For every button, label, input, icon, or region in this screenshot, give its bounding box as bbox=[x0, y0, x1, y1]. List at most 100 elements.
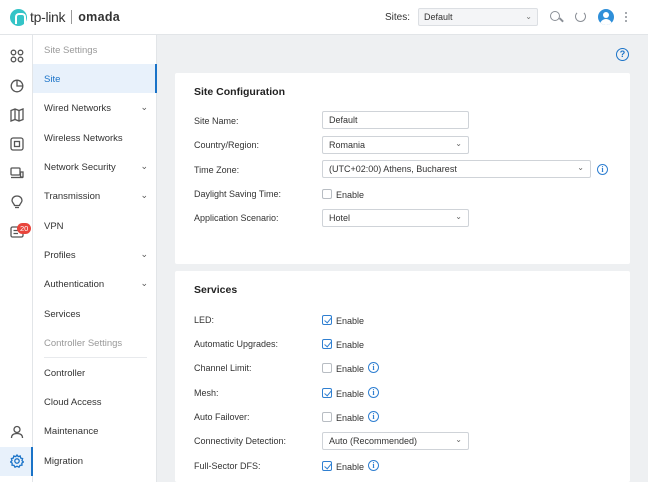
country-region-value: Romania bbox=[329, 140, 366, 150]
sidebar-item-site[interactable]: Site bbox=[33, 64, 157, 93]
search-icon[interactable] bbox=[549, 10, 563, 24]
clients-icon[interactable] bbox=[10, 166, 24, 180]
tp-link-omada-logo[interactable]: tp-link omada bbox=[10, 7, 120, 27]
tp-link-logo-icon bbox=[10, 8, 27, 26]
sidebar-item-transmission[interactable]: Transmission ⌄ bbox=[33, 181, 157, 210]
led-checkbox[interactable] bbox=[322, 315, 332, 325]
auto-failover-info-icon[interactable]: i bbox=[368, 411, 379, 422]
sidebar-item-label: Wireless Networks bbox=[44, 133, 123, 144]
sidebar-item-label: Transmission bbox=[44, 191, 101, 202]
led-label: LED: bbox=[194, 315, 215, 325]
channel-limit-enable-label: Enable bbox=[336, 364, 365, 374]
channel-limit-info-icon[interactable]: i bbox=[368, 362, 379, 373]
full-sector-dfs-info-icon[interactable]: i bbox=[368, 460, 379, 471]
sites-label: Sites: bbox=[385, 12, 411, 23]
daylight-saving-checkbox[interactable] bbox=[322, 189, 332, 199]
country-region-select[interactable]: Romania ⌄ bbox=[322, 136, 469, 154]
sidebar-item-network-security[interactable]: Network Security ⌄ bbox=[33, 152, 157, 181]
application-scenario-select[interactable]: Hotel ⌄ bbox=[322, 209, 469, 227]
sites-select[interactable]: Default ⌄ bbox=[418, 8, 538, 26]
icon-rail: 20 bbox=[0, 35, 33, 482]
chevron-down-icon: ⌄ bbox=[455, 435, 462, 444]
sidebar-item-maintenance[interactable]: Maintenance bbox=[33, 416, 157, 445]
full-sector-dfs-checkbox[interactable] bbox=[322, 461, 332, 471]
sidebar-item-profiles[interactable]: Profiles ⌄ bbox=[33, 240, 157, 269]
time-zone-select[interactable]: (UTC+02:00) Athens, Bucharest ⌄ bbox=[322, 160, 591, 178]
chevron-down-icon: ⌄ bbox=[140, 278, 148, 288]
sidebar-item-migration[interactable]: Migration bbox=[33, 446, 157, 475]
sidebar-item-label: Services bbox=[44, 309, 81, 320]
connectivity-detection-label: Connectivity Detection: bbox=[194, 436, 287, 446]
help-icon[interactable]: ? bbox=[616, 48, 629, 61]
connectivity-detection-select[interactable]: Auto (Recommended) ⌄ bbox=[322, 432, 469, 450]
logo-brand-text: tp-link bbox=[30, 9, 66, 25]
automatic-upgrades-checkbox[interactable] bbox=[322, 339, 332, 349]
devices-icon[interactable] bbox=[10, 137, 24, 151]
sidebar-item-cloud-access[interactable]: Cloud Access bbox=[33, 387, 157, 416]
settings-sidebar: Site Settings Site Wired Networks ⌄ Wirel… bbox=[33, 35, 157, 482]
chevron-down-icon: ⌄ bbox=[455, 139, 462, 148]
dashboard-icon[interactable] bbox=[10, 49, 24, 63]
logs-badge: 20 bbox=[17, 223, 32, 234]
sidebar-item-label: Controller bbox=[44, 368, 86, 379]
sidebar-item-authentication[interactable]: Authentication ⌄ bbox=[33, 269, 157, 298]
sidebar-item-label: Maintenance bbox=[44, 426, 99, 437]
mesh-info-icon[interactable]: i bbox=[368, 387, 379, 398]
site-configuration-card: Site Configuration Site Name: Default Co… bbox=[175, 73, 630, 264]
sidebar-section-label: Site Settings bbox=[44, 45, 98, 56]
logo-divider bbox=[71, 10, 73, 24]
channel-limit-checkbox[interactable] bbox=[322, 363, 332, 373]
site-name-input[interactable]: Default bbox=[322, 111, 469, 129]
site-configuration-title: Site Configuration bbox=[194, 86, 285, 98]
channel-limit-label: Channel Limit: bbox=[194, 363, 252, 373]
automatic-upgrades-enable-label: Enable bbox=[336, 340, 365, 350]
application-scenario-label: Application Scenario: bbox=[194, 213, 279, 223]
sidebar-item-label: Site bbox=[44, 74, 61, 85]
sites-select-value: Default bbox=[424, 12, 453, 22]
insight-icon[interactable] bbox=[10, 195, 24, 209]
sidebar-item-wired-networks[interactable]: Wired Networks ⌄ bbox=[33, 93, 157, 122]
chevron-down-icon: ⌄ bbox=[140, 161, 148, 171]
chevron-down-icon: ⌄ bbox=[525, 12, 532, 21]
top-bar: tp-link omada Sites: Default ⌄ bbox=[0, 0, 648, 35]
sidebar-item-label: Profiles bbox=[44, 250, 76, 261]
time-zone-value: (UTC+02:00) Athens, Bucharest bbox=[329, 164, 457, 174]
full-sector-dfs-label: Full-Sector DFS: bbox=[194, 461, 261, 471]
auto-failover-enable-label: Enable bbox=[336, 413, 365, 423]
logo-product-text: omada bbox=[78, 10, 121, 24]
sidebar-section-controller-settings: Controller Settings bbox=[33, 328, 157, 357]
chevron-down-icon: ⌄ bbox=[455, 212, 462, 221]
daylight-saving-enable-label: Enable bbox=[336, 190, 365, 200]
services-card: Services LED: Enable Automatic Upgrades:… bbox=[175, 271, 630, 482]
sidebar-item-label: Migration bbox=[44, 456, 84, 467]
account-icon[interactable] bbox=[10, 425, 24, 439]
sidebar-item-vpn[interactable]: VPN bbox=[33, 211, 157, 240]
sidebar-item-services[interactable]: Services bbox=[33, 299, 157, 328]
map-icon[interactable] bbox=[10, 108, 24, 122]
mesh-checkbox[interactable] bbox=[322, 388, 332, 398]
time-zone-label: Time Zone: bbox=[194, 165, 240, 175]
more-options-icon[interactable] bbox=[625, 12, 628, 24]
automatic-upgrades-label: Automatic Upgrades: bbox=[194, 339, 279, 349]
auto-failover-label: Auto Failover: bbox=[194, 412, 250, 422]
full-sector-dfs-enable-label: Enable bbox=[336, 462, 365, 472]
led-enable-label: Enable bbox=[336, 316, 365, 326]
site-name-label: Site Name: bbox=[194, 116, 239, 126]
sidebar-item-controller[interactable]: Controller bbox=[33, 358, 157, 387]
sidebar-item-wireless-networks[interactable]: Wireless Networks bbox=[33, 123, 157, 152]
chevron-down-icon: ⌄ bbox=[577, 163, 584, 172]
sidebar-item-label: Authentication bbox=[44, 279, 105, 290]
application-scenario-value: Hotel bbox=[329, 213, 351, 223]
sidebar-section-label: Controller Settings bbox=[44, 338, 123, 349]
sidebar-item-label: Wired Networks bbox=[44, 103, 112, 114]
connectivity-detection-value: Auto (Recommended) bbox=[329, 436, 418, 446]
mesh-enable-label: Enable bbox=[336, 389, 365, 399]
chevron-down-icon: ⌄ bbox=[140, 249, 148, 259]
time-zone-info-icon[interactable]: i bbox=[597, 164, 608, 175]
statistics-icon[interactable] bbox=[10, 79, 24, 93]
sidebar-item-label: VPN bbox=[44, 221, 64, 232]
settings-icon[interactable] bbox=[9, 453, 25, 469]
avatar[interactable] bbox=[598, 9, 614, 25]
refresh-icon[interactable] bbox=[574, 10, 588, 24]
auto-failover-checkbox[interactable] bbox=[322, 412, 332, 422]
